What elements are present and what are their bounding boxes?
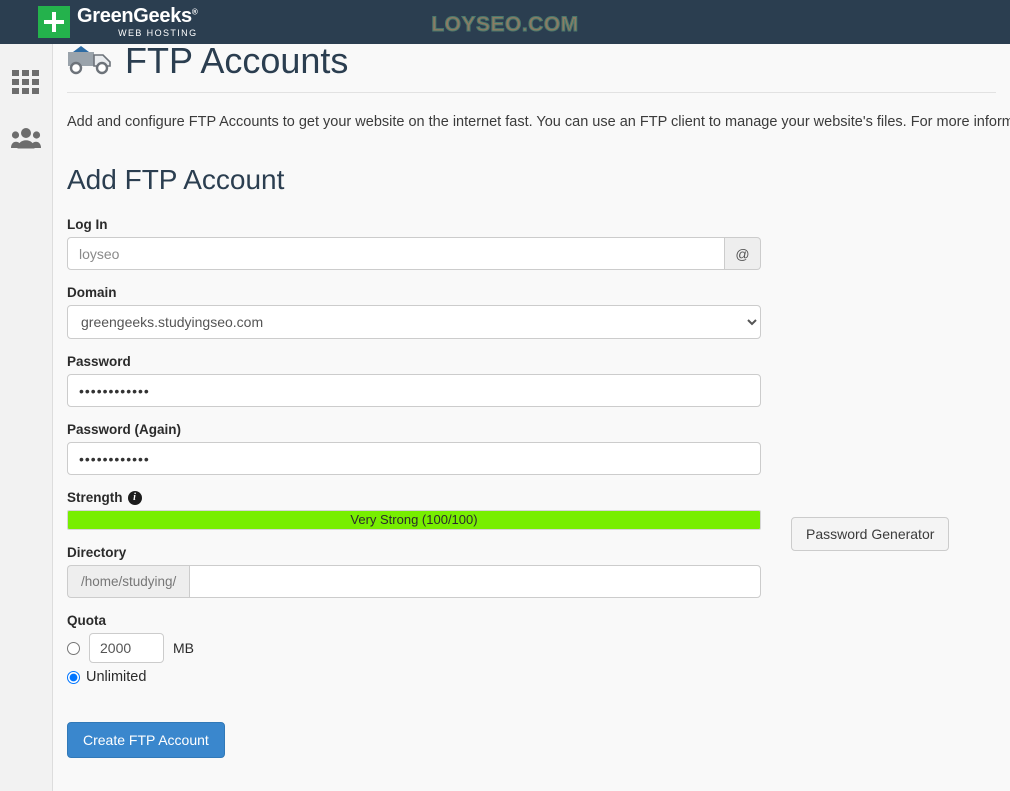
- page-description: Add and configure FTP Accounts to get yo…: [67, 114, 996, 130]
- brand-subtitle: WEB HOSTING: [77, 29, 197, 38]
- login-label: Log In: [67, 217, 1010, 232]
- quota-limited-row: MB: [67, 633, 1010, 663]
- domain-label: Domain: [67, 285, 1010, 300]
- quota-amount-input[interactable]: [89, 633, 164, 663]
- directory-input-group: /home/studying/: [67, 565, 761, 598]
- brand-name-text: GreenGeeks: [77, 5, 192, 27]
- quota-unit-label: MB: [173, 640, 194, 656]
- brand-trademark: ®: [192, 7, 198, 16]
- login-input-group: @: [67, 237, 761, 270]
- sidebar-item-users[interactable]: [0, 110, 52, 166]
- password-strength-text: Very Strong (100/100): [68, 511, 760, 529]
- grid-icon: [12, 70, 40, 94]
- users-icon: [11, 127, 41, 149]
- password-again-input[interactable]: [67, 442, 761, 475]
- create-ftp-account-button[interactable]: Create FTP Account: [67, 722, 225, 758]
- directory-prefix-addon: /home/studying/: [67, 565, 189, 598]
- password-again-label: Password (Again): [67, 422, 1010, 437]
- login-input[interactable]: [67, 237, 725, 270]
- quota-limited-radio[interactable]: [67, 642, 80, 655]
- ftp-truck-icon: [67, 44, 117, 78]
- password-again-field-block: Password (Again): [67, 422, 1010, 475]
- top-navbar: GreenGeeks® WEB HOSTING LOYSEO.COM: [0, 0, 1010, 44]
- login-field-block: Log In @: [67, 217, 1010, 270]
- section-title: Add FTP Account: [67, 164, 1010, 196]
- main-content: FTP Accounts Add and configure FTP Accou…: [53, 44, 1010, 791]
- directory-input[interactable]: [189, 565, 761, 598]
- quota-unlimited-row: Unlimited: [67, 669, 1010, 685]
- greengeeks-plus-icon: [38, 6, 70, 38]
- left-sidebar: [0, 44, 53, 791]
- page-title-row: FTP Accounts: [67, 44, 996, 92]
- sidebar-item-apps[interactable]: [0, 54, 52, 110]
- brand-text: GreenGeeks® WEB HOSTING: [77, 6, 197, 38]
- info-icon[interactable]: i: [128, 491, 142, 505]
- password-field-block: Password: [67, 354, 1010, 407]
- quota-unlimited-radio[interactable]: [67, 671, 80, 684]
- directory-field-block: Directory /home/studying/: [67, 545, 1010, 598]
- brand-name: GreenGeeks®: [77, 6, 197, 26]
- quota-label: Quota: [67, 613, 1010, 628]
- strength-label: Strength: [67, 490, 123, 505]
- domain-select[interactable]: greengeeks.studyingseo.com: [67, 305, 761, 339]
- brand-logo[interactable]: GreenGeeks® WEB HOSTING: [38, 4, 197, 40]
- quota-field-block: Quota MB Unlimited: [67, 613, 1010, 685]
- password-strength-bar: Very Strong (100/100): [67, 510, 761, 530]
- password-generator-button[interactable]: Password Generator: [791, 517, 949, 551]
- strength-label-row: Strength i: [67, 490, 1010, 505]
- password-label: Password: [67, 354, 1010, 369]
- page-header: FTP Accounts Add and configure FTP Accou…: [53, 44, 1010, 130]
- page-title: FTP Accounts: [125, 44, 348, 82]
- header-divider: [67, 92, 996, 93]
- domain-field-block: Domain greengeeks.studyingseo.com: [67, 285, 1010, 339]
- at-symbol-addon: @: [725, 237, 761, 270]
- add-ftp-account-form: Log In @ Domain greengeeks.studyingseo.c…: [67, 217, 1010, 758]
- password-input[interactable]: [67, 374, 761, 407]
- quota-unlimited-label: Unlimited: [86, 669, 146, 685]
